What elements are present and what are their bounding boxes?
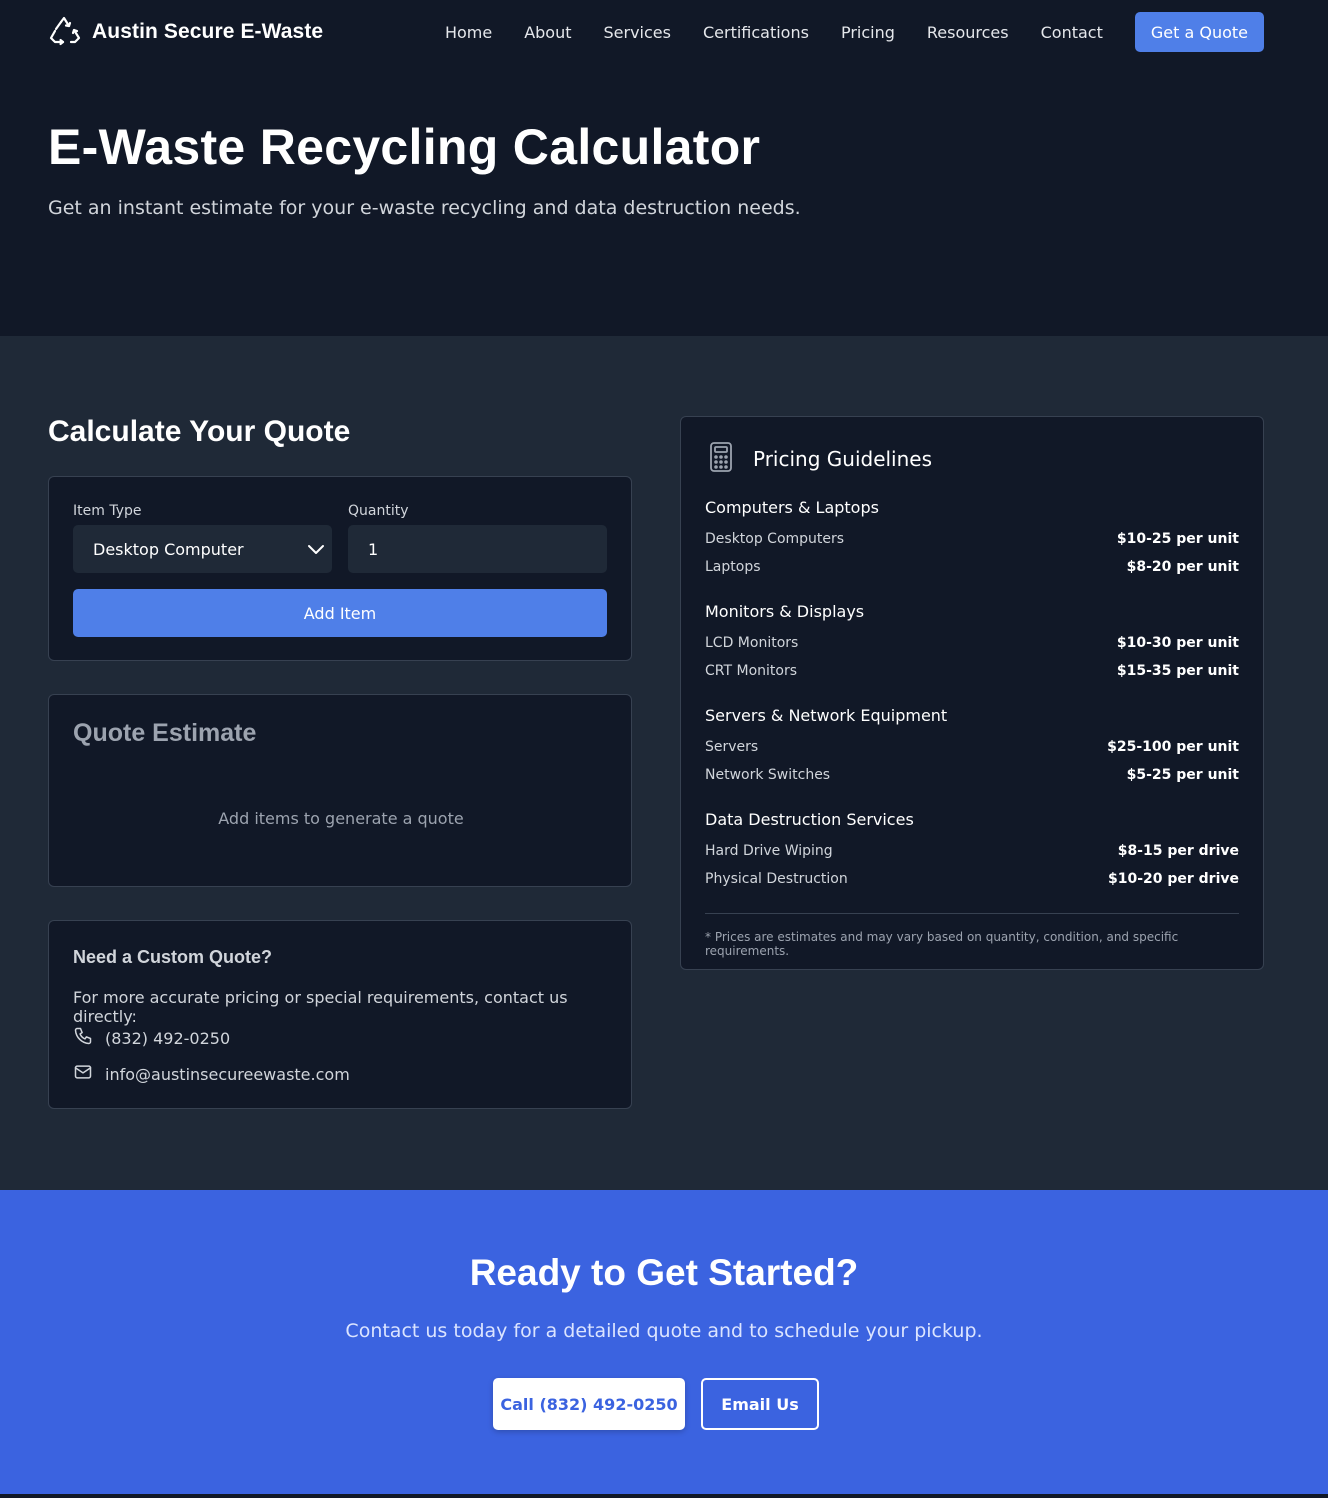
quantity-input[interactable]: 1	[348, 525, 607, 573]
footer-edge	[0, 1494, 1328, 1498]
pricing-group-title: Computers & Laptops	[705, 498, 879, 517]
nav-contact[interactable]: Contact	[1041, 23, 1103, 42]
nav-about[interactable]: About	[524, 23, 571, 42]
item-type-value: Desktop Computer	[93, 539, 244, 559]
price-row: Hard Drive Wiping $8-15 per drive	[705, 841, 1239, 861]
quote-form: Item Type Desktop Computer Quantity 1 Ad…	[48, 476, 632, 661]
price-row: LCD Monitors $10-30 per unit	[705, 633, 1239, 653]
pricing-note: * Prices are estimates and may vary base…	[705, 930, 1179, 958]
price-item-value: $25-100 per unit	[1107, 739, 1239, 755]
pricing-guidelines-card: Pricing Guidelines Computers & Laptops D…	[680, 416, 1264, 970]
nav-home[interactable]: Home	[445, 23, 492, 42]
call-button[interactable]: Call (832) 492-0250	[493, 1378, 685, 1430]
email-us-button[interactable]: Email Us	[701, 1378, 819, 1430]
main-nav: Home About Services Certifications Prici…	[413, 12, 1264, 52]
brand-name: Austin Secure E-Waste	[92, 20, 324, 43]
nav-certifications[interactable]: Certifications	[703, 23, 809, 42]
price-item-value: $10-20 per drive	[1107, 871, 1239, 887]
email-address: info@austinsecureewaste.com	[105, 1064, 350, 1084]
price-item-name: Desktop Computers	[705, 531, 845, 547]
quantity-label: Quantity	[348, 503, 409, 519]
price-row: Network Switches $5-25 per unit	[705, 765, 1239, 785]
phone-icon	[73, 1026, 93, 1050]
page: Austin Secure E-Waste Home About Service…	[0, 0, 1328, 1498]
price-item-value: $10-25 per unit	[1116, 531, 1239, 547]
price-item-name: Hard Drive Wiping	[705, 843, 833, 859]
custom-quote-text: For more accurate pricing or special req…	[73, 988, 568, 1026]
price-row: Laptops $8-20 per unit	[705, 557, 1239, 577]
pricing-group-title: Monitors & Displays	[705, 602, 865, 621]
price-item-name: CRT Monitors	[705, 663, 797, 679]
price-row: Physical Destruction $10-20 per drive	[705, 869, 1239, 889]
price-item-value: $8-20 per unit	[1126, 559, 1239, 575]
price-item-value: $8-15 per drive	[1117, 843, 1239, 859]
phone-number: (832) 492-0250	[105, 1028, 231, 1048]
calculator-icon	[705, 441, 737, 477]
price-item-name: Network Switches	[705, 767, 831, 783]
price-item-name: Laptops	[705, 559, 761, 575]
contact-email[interactable]: info@austinsecureewaste.com	[73, 1062, 350, 1086]
mail-icon	[73, 1062, 93, 1086]
pricing-group-title: Servers & Network Equipment	[705, 706, 948, 725]
custom-quote-title: Need a Custom Quote?	[73, 947, 273, 967]
add-item-button[interactable]: Add Item	[73, 589, 607, 637]
price-item-value: $10-30 per unit	[1116, 635, 1239, 651]
price-item-value: $5-25 per unit	[1126, 767, 1239, 783]
price-row: Servers $25-100 per unit	[705, 737, 1239, 757]
custom-quote-card: Need a Custom Quote? For more accurate p…	[48, 920, 632, 1109]
quote-estimate-card: Quote Estimate Add items to generate a q…	[48, 694, 632, 887]
price-item-value: $15-35 per unit	[1116, 663, 1239, 679]
hero-section: E-Waste Recycling Calculator Get an inst…	[0, 64, 1328, 336]
item-type-select[interactable]: Desktop Computer	[73, 525, 332, 573]
chevron-down-icon	[306, 539, 326, 563]
cta-title: Ready to Get Started?	[469, 1252, 859, 1293]
pricing-group-title: Data Destruction Services	[705, 810, 914, 829]
calculator-title: Calculate Your Quote	[48, 415, 351, 448]
page-subtitle: Get an instant estimate for your e-waste…	[48, 197, 801, 219]
contact-phone[interactable]: (832) 492-0250	[73, 1026, 230, 1050]
price-item-name: Servers	[705, 739, 759, 755]
nav-pricing[interactable]: Pricing	[841, 23, 895, 42]
price-row: Desktop Computers $10-25 per unit	[705, 529, 1239, 549]
cta-section: Ready to Get Started? Contact us today f…	[0, 1190, 1328, 1494]
top-navigation: Austin Secure E-Waste Home About Service…	[0, 0, 1328, 64]
price-item-name: Physical Destruction	[705, 871, 848, 887]
pricing-divider	[705, 913, 1239, 914]
pricing-title: Pricing Guidelines	[753, 447, 933, 471]
price-row: CRT Monitors $15-35 per unit	[705, 661, 1239, 681]
brand[interactable]: Austin Secure E-Waste	[48, 14, 323, 50]
calculator-section: Calculate Your Quote Item Type Desktop C…	[0, 336, 1328, 1190]
pricing-header: Pricing Guidelines	[705, 441, 932, 477]
price-item-name: LCD Monitors	[705, 635, 799, 651]
nav-resources[interactable]: Resources	[927, 23, 1009, 42]
recycle-icon	[48, 15, 82, 49]
quote-estimate-title: Quote Estimate	[73, 719, 257, 747]
nav-services[interactable]: Services	[604, 23, 671, 42]
cta-subtitle: Contact us today for a detailed quote an…	[345, 1320, 983, 1342]
item-type-label: Item Type	[73, 503, 142, 519]
page-title: E-Waste Recycling Calculator	[48, 119, 761, 175]
get-quote-button[interactable]: Get a Quote	[1134, 12, 1264, 52]
quote-empty-message: Add items to generate a quote	[218, 809, 464, 828]
